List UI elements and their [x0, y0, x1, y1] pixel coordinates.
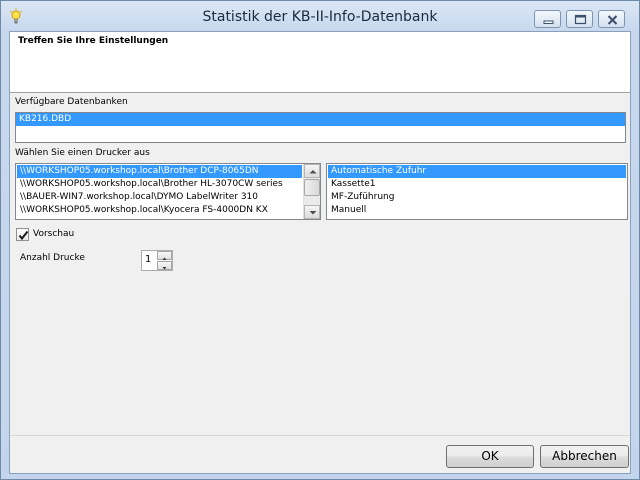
copies-stepper[interactable]: 1	[141, 250, 173, 271]
scroll-down-arrow-icon	[309, 211, 317, 215]
down-arrow-icon	[162, 267, 167, 270]
paper-source-item[interactable]: Automatische Zufuhr	[328, 165, 626, 178]
cancel-button[interactable]: Abbrechen	[540, 445, 629, 468]
title-bar[interactable]: Statistik der KB-II-Info-Datenbank	[1, 1, 639, 31]
printer-list-item[interactable]: \\BAUER-WIN7.workshop.local\DYMO LabelWr…	[17, 191, 302, 204]
ok-button[interactable]: OK	[446, 445, 534, 468]
header-panel: Treffen Sie Ihre Einstellungen	[10, 32, 630, 93]
copies-label: Anzahl Drucke	[20, 253, 85, 263]
checkmark-icon	[18, 230, 29, 241]
copies-value[interactable]: 1	[145, 254, 151, 265]
printer-list-item[interactable]: \\WORKSHOP05.workshop.local\Brother DCP-…	[17, 165, 302, 178]
printer-list-item[interactable]: \\WORKSHOP05.workshop.local\Brother HL-3…	[17, 178, 302, 191]
close-button[interactable]	[598, 10, 625, 28]
database-list-item[interactable]: KB216.DBD	[16, 113, 625, 126]
scroll-down-button[interactable]	[304, 205, 320, 219]
printer-scrollbar[interactable]	[303, 164, 320, 219]
printer-list-item[interactable]: \\WORKSHOP05.workshop.local\Kyocera FS-4…	[17, 204, 302, 217]
printers-label: Wählen Sie einen Drucker aus	[15, 148, 150, 158]
maximize-button[interactable]	[566, 10, 593, 28]
dialog-window: Statistik der KB-II-Info-Datenbank Treff…	[0, 0, 640, 480]
decrement-button[interactable]	[157, 261, 172, 270]
scroll-thumb[interactable]	[304, 179, 320, 196]
minimize-icon	[543, 20, 554, 24]
preview-label[interactable]: Vorschau	[33, 229, 74, 239]
paper-source-item[interactable]: MF-Zuführung	[328, 191, 626, 204]
printer-listbox[interactable]: \\WORKSHOP05.workshop.local\Brother DCP-…	[15, 163, 321, 220]
preview-checkbox[interactable]	[16, 228, 29, 241]
close-icon	[607, 15, 618, 25]
paper-source-item[interactable]: Kassette1	[328, 178, 626, 191]
dialog-client-area: Treffen Sie Ihre Einstellungen Verfügbar…	[9, 31, 631, 474]
increment-button[interactable]	[157, 251, 172, 260]
header-text: Treffen Sie Ihre Einstellungen	[18, 36, 169, 46]
paper-source-item[interactable]: Manuell	[328, 204, 626, 217]
button-bar: OK Abbrechen	[10, 435, 630, 473]
maximize-icon	[574, 14, 587, 25]
scroll-up-button[interactable]	[304, 164, 320, 178]
database-listbox[interactable]: KB216.DBD	[15, 112, 626, 143]
scroll-up-arrow-icon	[309, 170, 317, 174]
databases-label: Verfügbare Datenbanken	[15, 97, 128, 107]
minimize-button[interactable]	[534, 10, 561, 28]
paper-source-listbox[interactable]: Automatische Zufuhr Kassette1 MF-Zuführu…	[326, 163, 628, 220]
